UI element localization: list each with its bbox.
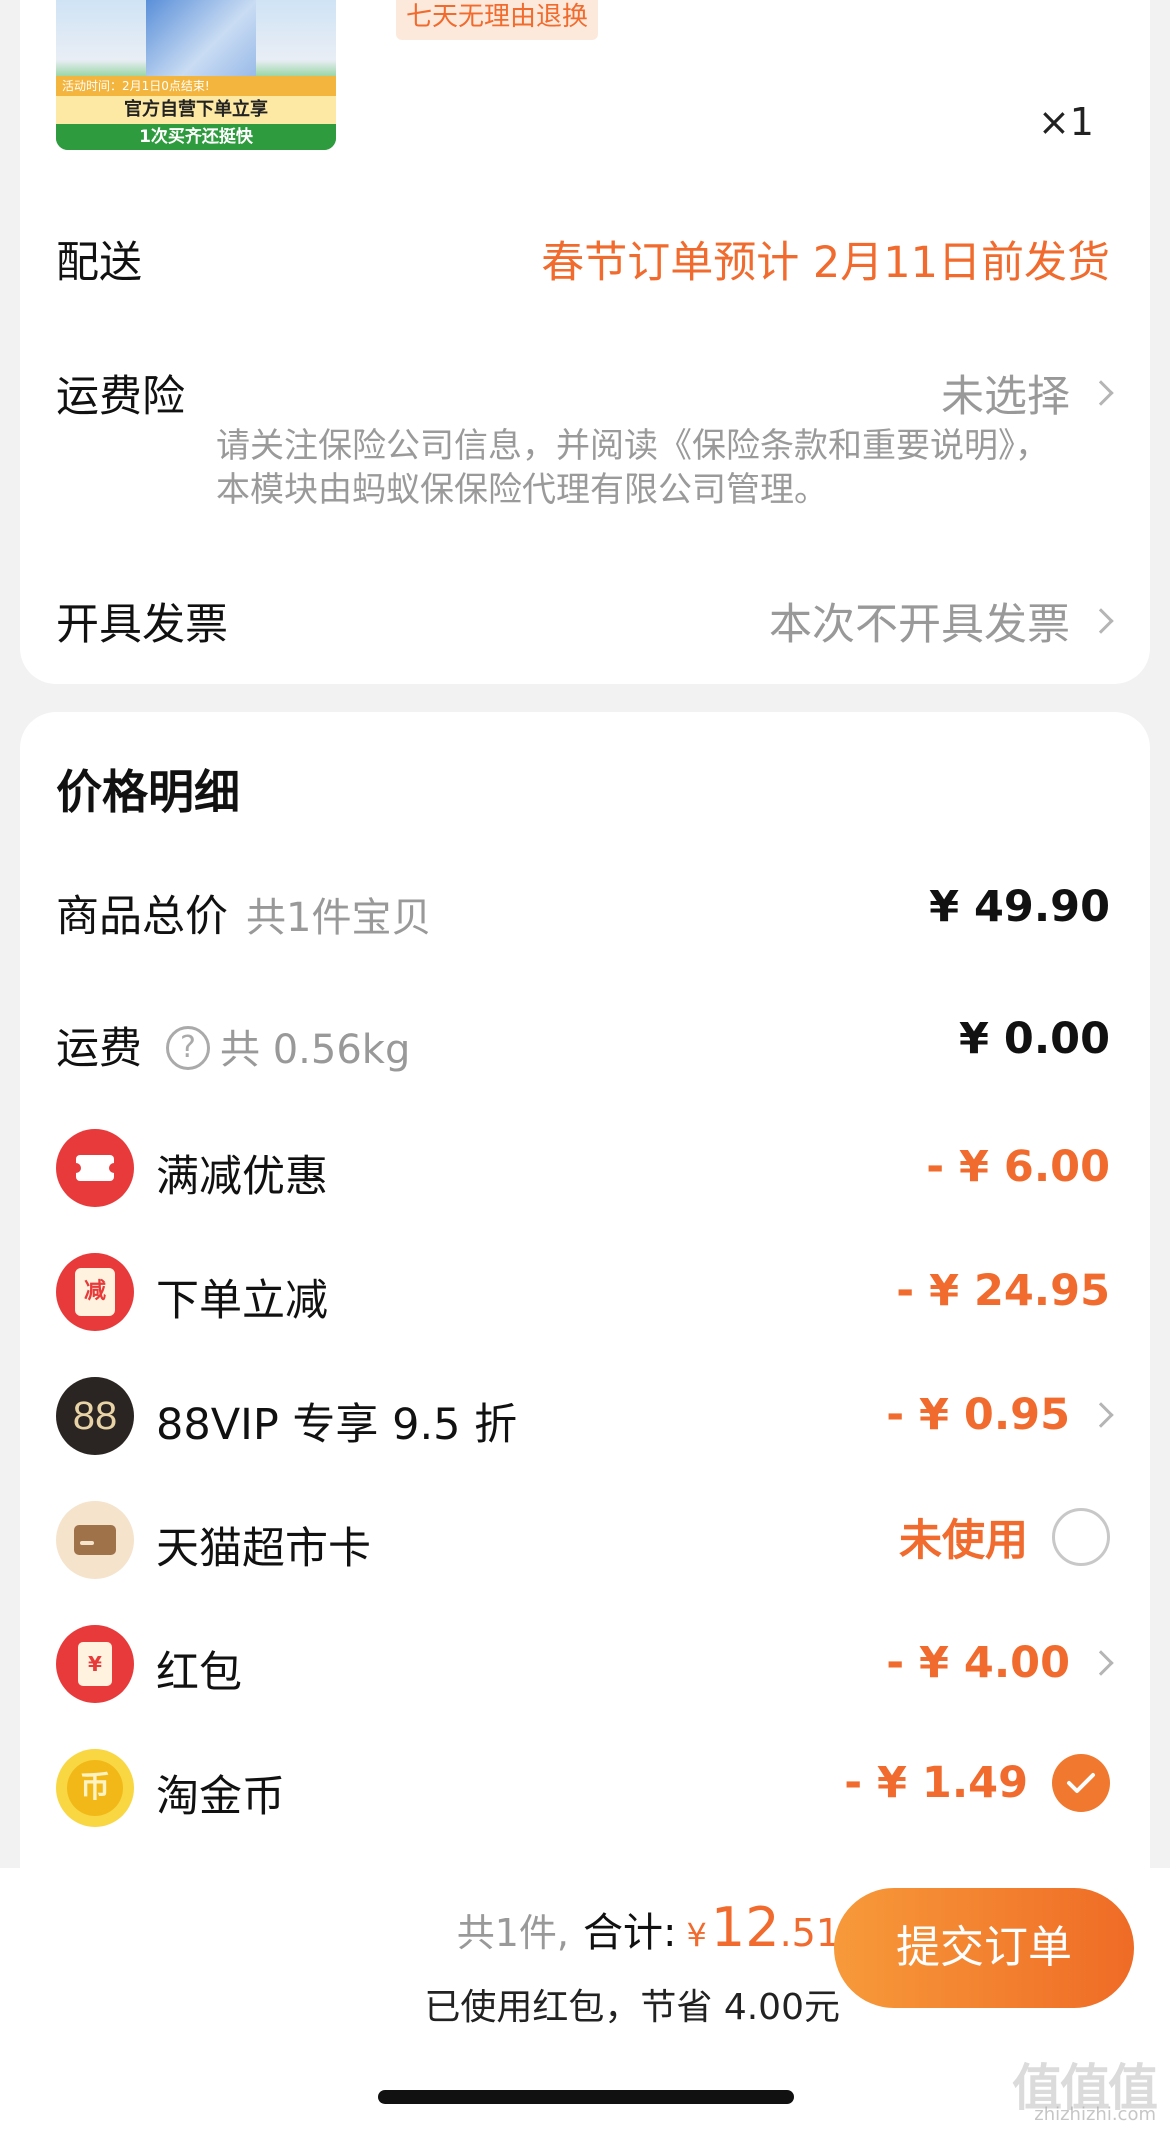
- discount-value: - ¥ 0.95: [886, 1390, 1070, 1440]
- goods-total-value: ¥ 49.90: [929, 882, 1110, 932]
- freight-row: 运费? 共 0.56kg ¥ 0.00: [20, 996, 1150, 1086]
- delivery-value: 春节订单预计 2月11日前发货: [541, 238, 1110, 288]
- chevron-right-icon: [1088, 380, 1114, 406]
- discount-label: 满减优惠: [156, 1152, 328, 1202]
- item-count: 共1件,: [456, 1911, 569, 1955]
- total-decimal: .51: [779, 1911, 840, 1955]
- chevron-right-icon: [1088, 1402, 1114, 1428]
- invoice-value: 本次不开具发票: [769, 600, 1070, 650]
- savings-note: 已使用红包，节省 4.00元: [424, 1987, 840, 2028]
- watermark-url: zhizhizhi.com: [1034, 2104, 1156, 2125]
- vip88-icon: 88: [56, 1377, 134, 1455]
- discount-value: - ¥ 1.49: [844, 1758, 1028, 1808]
- product-quantity: ×1: [1037, 100, 1094, 144]
- shipping-insurance-label: 运费险: [56, 372, 185, 422]
- goods-count: 共1件宝贝: [246, 895, 432, 941]
- order-total: 共1件, 合计: ¥ 12 .51: [457, 1896, 840, 1959]
- gold-coin-icon: 币: [56, 1749, 134, 1827]
- discount-label: 下单立减: [156, 1276, 328, 1326]
- discount-label: 88VIP 专享 9.5 折: [156, 1400, 518, 1450]
- thumb-promo-line2: 1次买齐还挺快: [56, 124, 336, 150]
- service-tag: 七天无理由退换: [396, 0, 599, 40]
- discount-row-supermarket-card[interactable]: 天猫超市卡 未使用: [20, 1496, 1150, 1586]
- price-detail-card: 价格明细 商品总价 共1件宝贝 ¥ 49.90 运费? 共 0.56kg ¥ 0.0…: [20, 712, 1150, 1872]
- order-info-card: 活动时间：2月1日0点结束! 官方自营下单立享 1次买齐还挺快 七天无理由退换 …: [20, 0, 1150, 684]
- discount-label: 淘金币: [156, 1772, 285, 1822]
- checkmark-icon: [1067, 1773, 1095, 1793]
- shipping-insurance-value: 未选择: [941, 372, 1070, 422]
- supermarket-card-icon: [56, 1501, 134, 1579]
- invoice-label: 开具发票: [56, 600, 228, 650]
- delivery-label: 配送: [56, 238, 142, 288]
- freight-value: ¥ 0.00: [959, 1014, 1110, 1064]
- thumb-promo-line1: 官方自营下单立享: [56, 96, 336, 124]
- product-thumbnail[interactable]: 活动时间：2月1日0点结束! 官方自营下单立享 1次买齐还挺快: [56, 0, 336, 150]
- price-detail-title: 价格明细: [56, 765, 240, 819]
- supermarket-card-radio[interactable]: [1052, 1508, 1110, 1566]
- discount-value: - ¥ 6.00: [926, 1142, 1110, 1192]
- discount-row-red-packet[interactable]: ¥ 红包 - ¥ 4.00: [20, 1620, 1150, 1710]
- freight-label: 运费: [56, 1024, 142, 1074]
- gold-coin-checkbox[interactable]: [1052, 1754, 1110, 1812]
- coupon-icon: [56, 1129, 134, 1207]
- total-label: 合计:: [583, 1910, 677, 1956]
- invoice-selector[interactable]: 本次不开具发票: [769, 590, 1114, 652]
- red-packet-icon: ¥: [56, 1625, 134, 1703]
- thumb-activity-text: 活动时间：2月1日0点结束!: [56, 76, 336, 96]
- chevron-right-icon: [1088, 1650, 1114, 1676]
- goods-total-label: 商品总价: [56, 892, 228, 942]
- reduce-icon: 减: [56, 1253, 134, 1331]
- home-indicator: [378, 2090, 794, 2104]
- discount-row-instant: 减 下单立减 - ¥ 24.95: [20, 1248, 1150, 1338]
- freight-weight: 共 0.56kg: [220, 1027, 411, 1073]
- discount-value: - ¥ 24.95: [896, 1266, 1110, 1316]
- shipping-insurance-selector[interactable]: 未选择: [941, 362, 1114, 424]
- discount-label: 天猫超市卡: [156, 1524, 371, 1574]
- insurance-note: 请关注保险公司信息，并阅读《保险条款和重要说明》，本模块由蚂蚁保保险代理有限公司…: [216, 426, 1049, 510]
- currency-symbol: ¥: [686, 1916, 707, 1954]
- discount-value: 未使用: [899, 1516, 1028, 1566]
- goods-total-row: 商品总价 共1件宝贝 ¥ 49.90: [20, 864, 1150, 954]
- discount-value: - ¥ 4.00: [886, 1638, 1070, 1688]
- submit-order-button[interactable]: 提交订单: [834, 1888, 1134, 2008]
- help-circle-icon[interactable]: ?: [166, 1025, 210, 1070]
- total-integer: 12: [710, 1896, 780, 1959]
- discount-row-gold-coin[interactable]: 币 淘金币 - ¥ 1.49: [20, 1744, 1150, 1834]
- discount-row-full-reduction: 满减优惠 - ¥ 6.00: [20, 1124, 1150, 1214]
- chevron-right-icon: [1088, 608, 1114, 634]
- discount-label: 红包: [156, 1648, 242, 1698]
- discount-row-88vip[interactable]: 88 88VIP 专享 9.5 折 - ¥ 0.95: [20, 1372, 1150, 1462]
